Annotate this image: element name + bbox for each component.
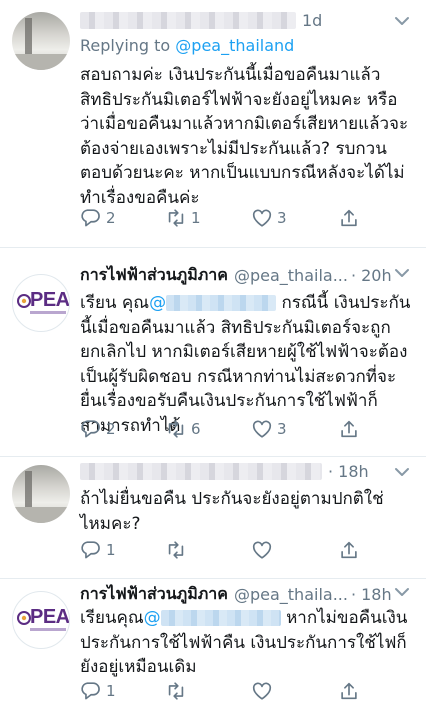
retweet-icon: [168, 420, 184, 438]
mention-link[interactable]: @pea_thailand: [175, 36, 294, 55]
tweet-actions: 2 1 3: [80, 207, 380, 231]
tweet-text: สอบถามค่ะ เงินประกันนี้เมื่อขอคืนมาแล้ว …: [80, 65, 409, 208]
tweet-header: 1d: [80, 11, 412, 30]
avatar[interactable]: [12, 465, 70, 523]
display-name[interactable]: การไฟฟ้าส่วนภูมิภาค: [80, 263, 228, 288]
tweet-header: การไฟฟ้าส่วนภูมิภาค @pea_thaila... · 20h: [80, 263, 412, 288]
retweet-button[interactable]: 6: [165, 418, 201, 440]
pea-logo-icon: [17, 294, 31, 308]
mention-link[interactable]: @: [149, 293, 166, 313]
replying-to: Replying to @pea_thailand: [80, 36, 295, 55]
share-button[interactable]: [338, 207, 360, 229]
share-button[interactable]: [338, 418, 360, 440]
reply-count: 1: [106, 682, 116, 700]
reply-button[interactable]: 1: [80, 539, 116, 561]
retweet-icon: [168, 209, 184, 227]
reply-icon: [81, 420, 100, 438]
like-button[interactable]: 3: [251, 207, 287, 229]
reply-button[interactable]: 2: [80, 207, 116, 229]
chevron-down-icon[interactable]: [392, 462, 412, 482]
reply-button[interactable]: 2: [80, 418, 116, 440]
share-icon: [341, 209, 357, 227]
like-button[interactable]: [251, 680, 273, 702]
timestamp[interactable]: · 18h: [328, 462, 369, 481]
logo-text: PEA: [30, 606, 70, 628]
tweet[interactable]: PEA การไฟฟ้าส่วนภูมิภาค @pea_thaila... ·…: [0, 579, 426, 700]
display-name[interactable]: การไฟฟ้าส่วนภูมิภาค: [80, 582, 228, 607]
share-button[interactable]: [338, 680, 360, 702]
chevron-down-icon[interactable]: [392, 263, 412, 283]
retweet-icon: [168, 682, 184, 700]
share-icon: [341, 420, 357, 438]
chevron-down-icon[interactable]: [392, 11, 412, 31]
retweet-button[interactable]: 1: [165, 207, 201, 229]
timestamp[interactable]: · 20h: [351, 266, 392, 285]
redacted-username: [80, 12, 296, 29]
tweet-header: การไฟฟ้าส่วนภูมิภาค @pea_thaila... · 18h: [80, 582, 412, 607]
tweet-header: · 18h: [80, 462, 412, 481]
avatar[interactable]: [12, 12, 70, 70]
handle[interactable]: @pea_thaila...: [234, 585, 348, 604]
reply-icon: [81, 209, 100, 227]
share-button[interactable]: [338, 539, 360, 561]
share-icon: [341, 682, 357, 700]
timestamp[interactable]: 1d: [302, 11, 322, 30]
reply-icon: [81, 682, 100, 700]
reply-icon: [81, 541, 100, 559]
retweet-button[interactable]: [165, 680, 187, 702]
like-icon: [252, 682, 272, 700]
retweet-icon: [168, 541, 184, 559]
tweet-text: เรียน คุณ@ กรณีนี้ เงินประกันนี้เมื่อขอค…: [80, 293, 411, 436]
redacted-username: [166, 295, 277, 311]
like-button[interactable]: 3: [251, 418, 287, 440]
handle[interactable]: @pea_thaila...: [234, 266, 348, 285]
like-icon: [252, 541, 272, 559]
tweet[interactable]: 1d Replying to @pea_thailand สอบถามค่ะ เ…: [0, 0, 426, 248]
tweet[interactable]: PEA การไฟฟ้าส่วนภูมิภาค @pea_thaila... ·…: [0, 248, 426, 457]
like-button[interactable]: [251, 539, 273, 561]
redacted-username: [160, 610, 281, 626]
tweet[interactable]: · 18h ถ้าไม่ยื่นขอคืน ประกันจะยังอยู่ตาม…: [0, 457, 426, 579]
retweet-count: 1: [191, 209, 201, 227]
reply-count: 2: [106, 209, 116, 227]
logo-text: PEA: [30, 289, 70, 311]
tweet-actions: 1: [80, 539, 380, 563]
reply-button[interactable]: 1: [80, 680, 116, 702]
tweet-actions: 1: [80, 680, 380, 704]
redacted-username: [80, 463, 322, 480]
reply-count: 1: [106, 541, 116, 559]
retweet-count: 6: [191, 420, 201, 438]
avatar[interactable]: PEA: [12, 591, 70, 649]
retweet-button[interactable]: [165, 539, 187, 561]
pea-logo-icon: [17, 611, 31, 625]
tweet-actions: 2 6 3: [80, 418, 380, 442]
share-icon: [341, 541, 357, 559]
tweet-text: ถ้าไม่ยื่นขอคืน ประกันจะยังอยู่ตามปกติใช…: [80, 489, 384, 534]
like-count: 3: [277, 420, 287, 438]
like-icon: [252, 420, 272, 438]
timestamp[interactable]: · 18h: [351, 585, 392, 604]
like-icon: [252, 209, 272, 227]
like-count: 3: [277, 209, 287, 227]
tweet-text: เรียนคุณ@ หากไม่ขอคืนเงินประกันการใช้ไฟฟ…: [80, 608, 408, 677]
chevron-down-icon[interactable]: [392, 582, 412, 602]
reply-count: 2: [106, 420, 116, 438]
mention-link[interactable]: @: [144, 608, 161, 628]
avatar[interactable]: PEA: [12, 274, 70, 332]
